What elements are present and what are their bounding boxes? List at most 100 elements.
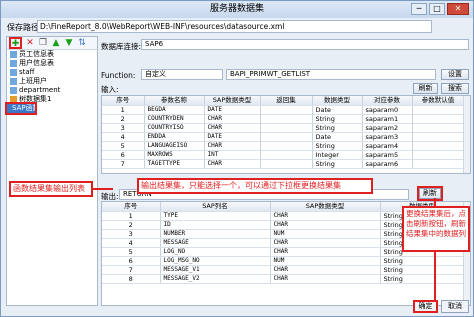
- cancel-button[interactable]: 取消: [441, 300, 469, 313]
- column-header[interactable]: 参数默认值: [412, 96, 465, 106]
- column-header[interactable]: SAP列名: [160, 202, 271, 212]
- refresh-input-button[interactable]: 刷新: [413, 83, 438, 94]
- table-row[interactable]: 4 ENDDA DATE Date saparam3: [102, 132, 465, 142]
- table-cell[interactable]: String: [312, 141, 363, 151]
- table-cell[interactable]: saparam5: [362, 150, 413, 160]
- table-cell[interactable]: saparam1: [362, 114, 413, 124]
- tree-item[interactable]: 用户信息表: [7, 59, 97, 68]
- table-cell[interactable]: 6: [102, 150, 145, 160]
- table-cell[interactable]: String: [312, 114, 363, 124]
- table-cell[interactable]: TAGETTYPE: [144, 159, 205, 169]
- table-cell[interactable]: saparam6: [362, 159, 413, 169]
- table-cell[interactable]: 4: [102, 132, 145, 142]
- table-row[interactable]: 7 MESSAGE_V1 CHAR String: [102, 265, 465, 275]
- table-cell[interactable]: 7: [102, 265, 161, 275]
- table-cell[interactable]: [412, 132, 465, 142]
- table-row[interactable]: 5 LANGUAGEISO CHAR String saparam4: [102, 141, 465, 151]
- table-cell[interactable]: Integer: [312, 150, 363, 160]
- refresh-output-button[interactable]: 刷新: [417, 186, 443, 201]
- tree-item[interactable]: 上班用户: [7, 77, 97, 86]
- table-cell[interactable]: [412, 123, 465, 133]
- table-cell[interactable]: DATE: [204, 105, 261, 115]
- table-row[interactable]: 6 MAXROWS INT Integer saparam5: [102, 150, 465, 160]
- close-icon[interactable]: ✕: [447, 3, 469, 15]
- table-cell[interactable]: [260, 123, 313, 133]
- table-row[interactable]: 8 MESSAGE_V2 CHAR String: [102, 274, 465, 284]
- table-cell[interactable]: 1: [102, 105, 145, 115]
- table-cell[interactable]: [412, 141, 465, 151]
- column-header[interactable]: 返回集: [260, 96, 313, 106]
- table-cell[interactable]: NUMBER: [160, 229, 271, 239]
- minimize-icon[interactable]: ─: [411, 3, 427, 15]
- table-cell[interactable]: MAXROWS: [144, 150, 205, 160]
- column-header[interactable]: 序号: [102, 202, 161, 212]
- tree-item[interactable]: department: [7, 86, 97, 95]
- table-cell[interactable]: [260, 105, 313, 115]
- table-cell[interactable]: MESSAGE: [160, 238, 271, 248]
- table-cell[interactable]: String: [380, 256, 465, 266]
- table-cell[interactable]: 6: [102, 256, 161, 266]
- copy-icon[interactable]: ❐: [38, 38, 48, 48]
- table-cell[interactable]: 8: [102, 274, 161, 284]
- tree-item-selected[interactable]: SAP函数: [5, 102, 40, 115]
- table-cell[interactable]: Date: [312, 132, 363, 142]
- tree-item[interactable]: 树数据集1: [7, 95, 97, 104]
- column-header[interactable]: SAP数据类型: [270, 202, 381, 212]
- maximize-icon[interactable]: □: [429, 3, 445, 15]
- table-cell[interactable]: saparam4: [362, 141, 413, 151]
- sort-icon[interactable]: ⇅: [77, 38, 87, 48]
- table-cell[interactable]: TYPE: [160, 211, 271, 221]
- table-cell[interactable]: [260, 114, 313, 124]
- table-cell[interactable]: CHAR: [204, 123, 261, 133]
- column-header[interactable]: 参数名称: [144, 96, 205, 106]
- table-row[interactable]: 3 COUNTRYISO CHAR String saparam2: [102, 123, 465, 133]
- table-cell[interactable]: LOG_NO: [160, 247, 271, 257]
- ok-button[interactable]: 确定: [413, 300, 438, 313]
- table-row[interactable]: 6 LOG_MSG_NO NUM String: [102, 256, 465, 266]
- table-cell[interactable]: COUNTRYISO: [144, 123, 205, 133]
- table-cell[interactable]: [260, 159, 313, 169]
- table-cell[interactable]: String: [312, 123, 363, 133]
- table-cell[interactable]: INT: [204, 150, 261, 160]
- table-cell[interactable]: ENDDA: [144, 132, 205, 142]
- table-cell[interactable]: 2: [102, 114, 145, 124]
- table-cell[interactable]: [412, 114, 465, 124]
- column-header[interactable]: 对应参数: [362, 96, 413, 106]
- table-cell[interactable]: 5: [102, 141, 145, 151]
- tree-item[interactable]: 员工信息表: [7, 50, 97, 59]
- table-cell[interactable]: [260, 132, 313, 142]
- search-button[interactable]: 搜索: [441, 83, 469, 94]
- tree-item[interactable]: staff: [7, 68, 97, 77]
- table-cell[interactable]: [412, 159, 465, 169]
- table-cell[interactable]: CHAR: [270, 247, 381, 257]
- table-cell[interactable]: CHAR: [270, 238, 381, 248]
- table-cell[interactable]: COUNTRYDEN: [144, 114, 205, 124]
- table-cell[interactable]: String: [380, 265, 465, 275]
- db-select[interactable]: SAP6: [141, 39, 469, 50]
- table-cell[interactable]: 4: [102, 238, 161, 248]
- table-cell[interactable]: LANGUAGEISO: [144, 141, 205, 151]
- table-cell[interactable]: Date: [312, 105, 363, 115]
- table-cell[interactable]: NUM: [270, 229, 381, 239]
- table-cell[interactable]: [260, 141, 313, 151]
- table-row[interactable]: 1 BEGDA DATE Date saparam0: [102, 105, 465, 115]
- delete-icon[interactable]: ✕: [25, 38, 35, 48]
- table-cell[interactable]: [412, 105, 465, 115]
- path-field[interactable]: D:\FineReport_8.0\WebReport\WEB-INF\reso…: [37, 20, 432, 33]
- table-cell[interactable]: CHAR: [204, 159, 261, 169]
- table-cell[interactable]: CHAR: [270, 274, 381, 284]
- function-name-field[interactable]: BAPI_PRIMWT_GETLIST: [226, 69, 436, 80]
- table-cell[interactable]: LOG_MSG_NO: [160, 256, 271, 266]
- add-icon[interactable]: ✚: [9, 37, 22, 49]
- table-cell[interactable]: NUM: [270, 256, 381, 266]
- column-header[interactable]: 数据类型: [312, 96, 363, 106]
- table-cell[interactable]: [412, 150, 465, 160]
- table-cell[interactable]: DATE: [204, 132, 261, 142]
- table-cell[interactable]: 5: [102, 247, 161, 257]
- table-cell[interactable]: ID: [160, 220, 271, 230]
- column-header[interactable]: SAP数据类型: [204, 96, 261, 106]
- table-cell[interactable]: CHAR: [270, 265, 381, 275]
- table-row[interactable]: 2 COUNTRYDEN CHAR String saparam1: [102, 114, 465, 124]
- table-cell[interactable]: 7: [102, 159, 145, 169]
- column-header[interactable]: 序号: [102, 96, 145, 106]
